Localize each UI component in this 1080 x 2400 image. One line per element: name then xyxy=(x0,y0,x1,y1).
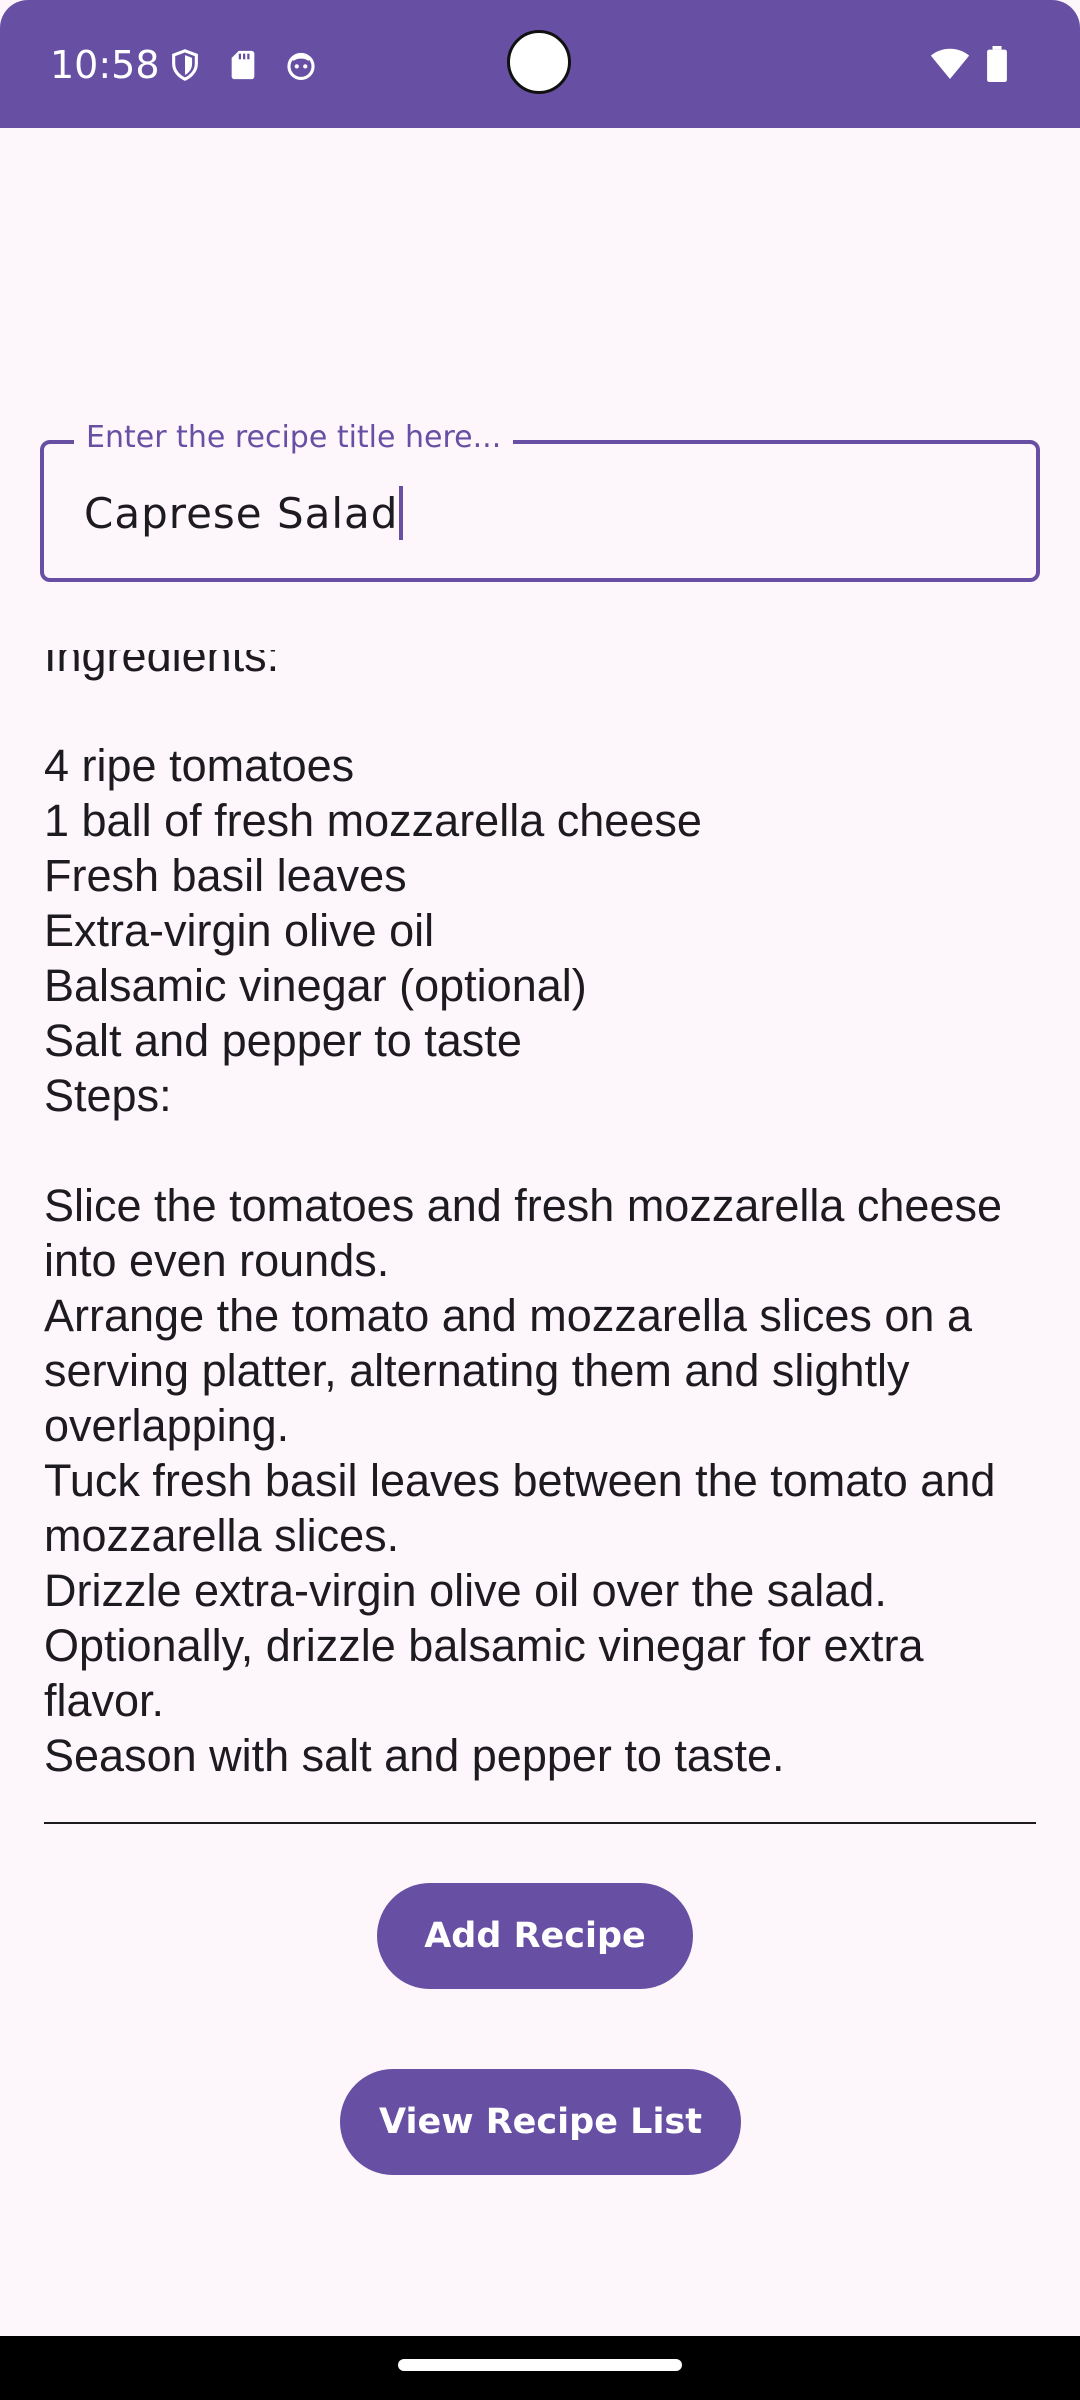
recipe-title-field[interactable]: Enter the recipe title here... Caprese S… xyxy=(40,418,1040,582)
battery-icon xyxy=(986,46,1008,82)
text-cursor xyxy=(399,485,404,540)
sd-card-icon xyxy=(226,48,260,82)
home-gesture-handle[interactable] xyxy=(398,2359,682,2371)
wifi-icon xyxy=(930,46,970,82)
camera-cutout xyxy=(507,30,571,94)
app-screen: 10:58 Enter the recipe title here... Cap… xyxy=(0,0,1080,2400)
recipe-title-label: Enter the recipe title here... xyxy=(74,418,514,458)
recipe-body-text: Ingredients: 4 ripe tomatoes 1 ball of f… xyxy=(44,650,1003,1781)
view-recipe-list-button[interactable]: View Recipe List xyxy=(340,2069,741,2175)
status-bar: 10:58 xyxy=(0,0,1080,128)
face-icon xyxy=(284,48,318,82)
recipe-title-input[interactable]: Caprese Salad xyxy=(84,485,404,544)
shield-icon xyxy=(168,48,202,82)
add-recipe-button[interactable]: Add Recipe xyxy=(377,1883,693,1989)
recipe-body-field[interactable]: Ingredients: 4 ripe tomatoes 1 ball of f… xyxy=(44,650,1036,1824)
recipe-title-value: Caprese Salad xyxy=(84,489,399,538)
status-time: 10:58 xyxy=(50,43,160,87)
